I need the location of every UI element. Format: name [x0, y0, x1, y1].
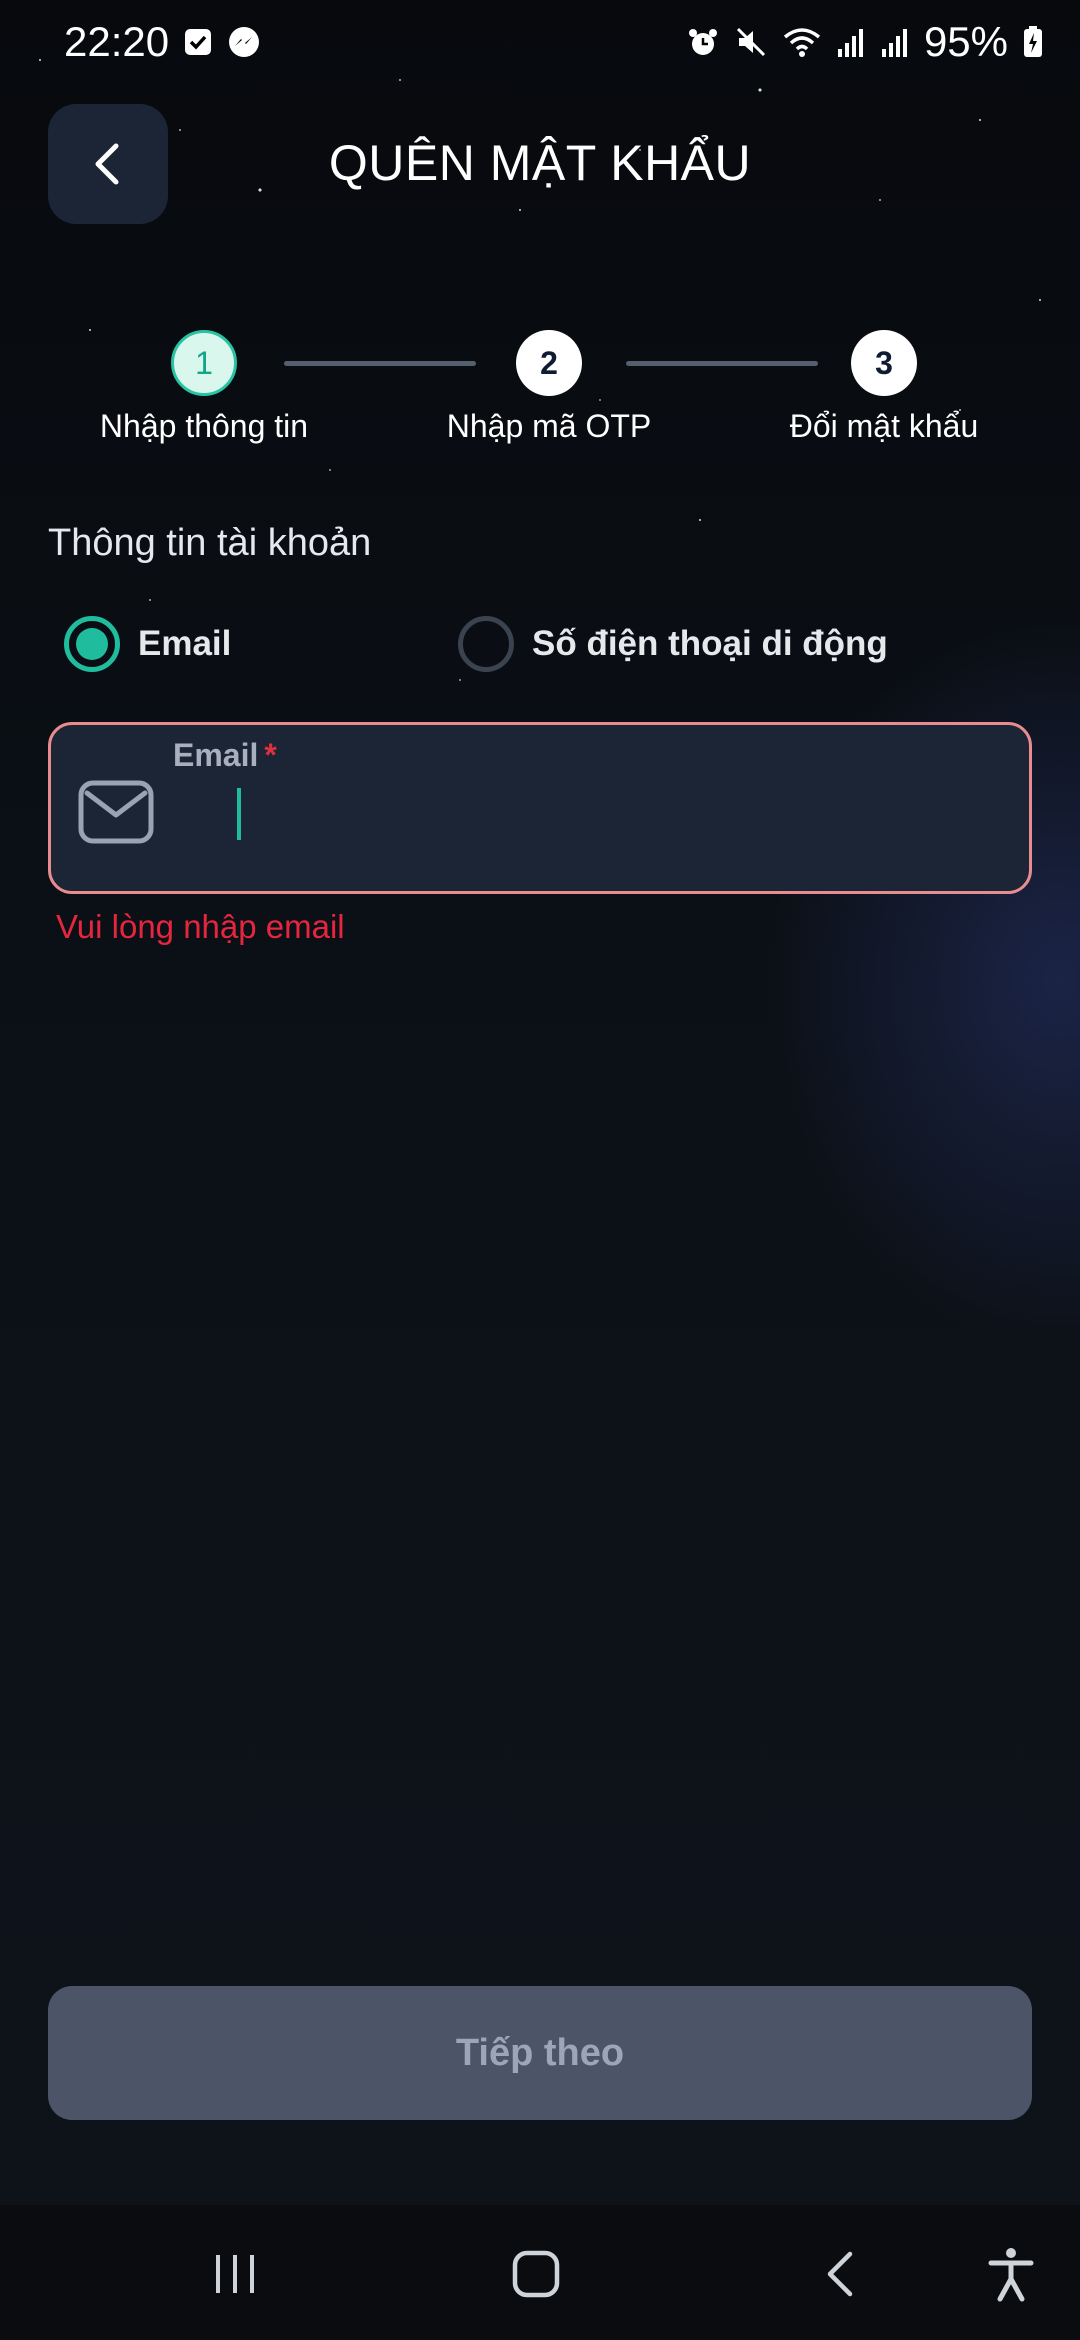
status-bar: 22:20 95% — [0, 0, 1080, 84]
accessibility-icon — [988, 2248, 1034, 2302]
radio-selected-icon — [64, 616, 120, 672]
email-field[interactable]: Email * — [48, 722, 1032, 894]
alarm-icon — [686, 25, 720, 59]
messenger-icon — [227, 25, 261, 59]
status-time: 22:20 — [64, 18, 170, 65]
battery-charging-icon — [1022, 25, 1044, 59]
stepper: 1 2 3 Nhập thông tin Nhập mã OTP Đổi mật… — [0, 330, 1080, 450]
account-info-label: Thông tin tài khoản — [48, 522, 372, 564]
stepper-connector-1 — [284, 361, 476, 366]
checkbox-notification-icon — [183, 27, 213, 57]
radio-email-label: Email — [138, 624, 232, 663]
required-asterisk: * — [264, 737, 277, 773]
radio-phone-label: Số điện thoại di động — [532, 624, 888, 663]
recent-apps-button[interactable] — [190, 2239, 280, 2309]
header: QUÊN MẬT KHẨU — [0, 100, 1080, 230]
system-nav-bar — [0, 2205, 1080, 2340]
radio-phone[interactable]: Số điện thoại di động — [458, 616, 888, 672]
recent-apps-icon — [216, 2255, 254, 2293]
system-back-button[interactable] — [795, 2239, 885, 2309]
battery-percent: 95% — [923, 18, 1008, 65]
page-title: QUÊN MẬT KHẨU — [328, 135, 752, 191]
text-cursor — [237, 788, 241, 840]
radio-email[interactable]: Email — [64, 616, 231, 672]
accessibility-button[interactable] — [966, 2239, 1056, 2309]
system-back-icon — [827, 2251, 853, 2297]
wifi-icon — [782, 25, 822, 59]
email-field-label: Email * — [173, 737, 277, 774]
step-1-label: Nhập thông tin — [99, 408, 309, 444]
contact-method-radio-group: Email Số điện thoại di động — [64, 616, 1064, 680]
signal-icon-1 — [836, 25, 866, 59]
email-error-message: Vui lòng nhập email — [56, 908, 345, 945]
email-input[interactable] — [185, 791, 1005, 851]
step-3-indicator: 3 — [851, 330, 917, 396]
status-bar-left: 22:20 — [64, 18, 261, 66]
signal-icon-2 — [880, 25, 910, 59]
mute-icon — [734, 25, 768, 59]
home-icon — [512, 2250, 560, 2298]
radio-unselected-icon — [458, 616, 514, 672]
step-1-indicator: 1 — [171, 330, 237, 396]
step-2-label: Nhập mã OTP — [446, 408, 652, 444]
email-label-text: Email — [173, 737, 259, 773]
home-button[interactable] — [491, 2239, 581, 2309]
step-2-indicator: 2 — [516, 330, 582, 396]
mail-icon — [78, 780, 154, 844]
step-3-label: Đổi mật khẩu — [789, 408, 979, 444]
next-button[interactable]: Tiếp theo — [48, 1986, 1032, 2120]
status-bar-right: 95% — [686, 18, 1044, 66]
stepper-connector-2 — [626, 361, 818, 366]
